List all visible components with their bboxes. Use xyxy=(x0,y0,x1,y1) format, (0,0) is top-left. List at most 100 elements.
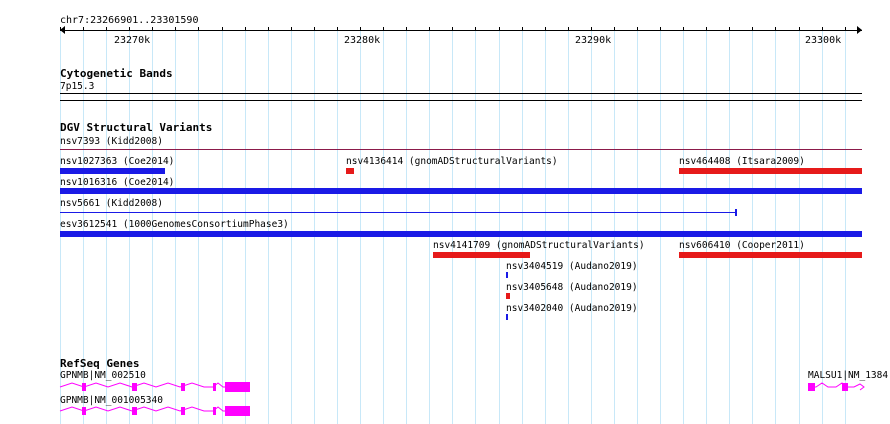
ruler-tick xyxy=(845,27,846,31)
variant-nsv7393[interactable] xyxy=(60,149,862,150)
ruler-tick xyxy=(222,27,223,31)
ruler-tick xyxy=(60,27,61,31)
ruler-tick xyxy=(545,27,546,31)
ruler-tick xyxy=(614,27,615,31)
grid-line xyxy=(660,28,661,424)
ruler-tick xyxy=(129,27,130,31)
grid-line xyxy=(406,28,407,424)
variant-label: nsv7393 (Kidd2008) xyxy=(60,136,163,147)
variant-nsv5661[interactable] xyxy=(60,212,736,213)
grid-line xyxy=(845,28,846,424)
ruler-tick xyxy=(475,27,476,31)
grid-line xyxy=(314,28,315,424)
ruler-tick-label: 23280k xyxy=(344,35,381,46)
ruler-tick xyxy=(752,27,753,31)
ruler-tick xyxy=(245,27,246,31)
ruler-tick xyxy=(499,27,500,31)
variant-label: nsv464408 (Itsara2009) xyxy=(679,156,805,167)
grid-line xyxy=(360,28,361,424)
ruler-tick xyxy=(83,27,84,31)
ruler-location: chr7:23266901..23301590 xyxy=(60,15,199,26)
variant-nsv464408[interactable] xyxy=(679,168,862,174)
variant-nsv1016316[interactable] xyxy=(60,188,862,194)
variant-nsv5661-end xyxy=(735,209,737,216)
gene-model-malsu1[interactable] xyxy=(806,380,876,394)
variant-esv3612541[interactable] xyxy=(60,231,862,237)
ruler-tick xyxy=(337,27,338,31)
ruler-tick xyxy=(106,27,107,31)
variant-label: nsv4141709 (gnomADStructuralVariants) xyxy=(433,240,645,251)
ruler-tick xyxy=(268,27,269,31)
grid-line xyxy=(383,28,384,424)
variant-label: nsv3402040 (Audano2019) xyxy=(506,303,638,314)
ruler-tick xyxy=(799,27,800,31)
ruler-tick xyxy=(660,27,661,31)
ruler-tick xyxy=(822,27,823,31)
variant-nsv1027363[interactable] xyxy=(60,168,165,174)
ruler-tick xyxy=(683,27,684,31)
ruler-tick-label: 23300k xyxy=(805,35,842,46)
grid-line xyxy=(499,28,500,424)
track-title-refseq[interactable]: RefSeq Genes xyxy=(60,358,139,370)
gene-model-gpnmb-2[interactable] xyxy=(58,404,258,418)
grid-line xyxy=(752,28,753,424)
variant-label: nsv1016316 (Coe2014) xyxy=(60,177,175,188)
ruler-tick xyxy=(175,27,176,31)
ruler-tick xyxy=(729,27,730,31)
grid-line xyxy=(637,28,638,424)
ruler-tick xyxy=(637,27,638,31)
grid-line xyxy=(683,28,684,424)
variant-label: esv3612541 (1000GenomesConsortiumPhase3) xyxy=(60,219,289,230)
ruler-axis xyxy=(60,30,862,31)
grid-line xyxy=(475,28,476,424)
ruler-tick xyxy=(198,27,199,31)
ruler-tick xyxy=(152,27,153,31)
ruler-tick xyxy=(360,27,361,31)
grid-line xyxy=(452,28,453,424)
ruler-tick xyxy=(522,27,523,31)
variant-nsv3404519[interactable] xyxy=(506,272,508,278)
ruler-tick-label: 23270k xyxy=(114,35,151,46)
grid-line xyxy=(799,28,800,424)
grid-line xyxy=(291,28,292,424)
variant-label: nsv3405648 (Audano2019) xyxy=(506,282,638,293)
variant-nsv3402040[interactable] xyxy=(506,314,508,320)
band-outline-bottom xyxy=(60,100,862,101)
ruler-tick xyxy=(568,27,569,31)
ruler-tick xyxy=(591,27,592,31)
grid-line xyxy=(591,28,592,424)
ruler-tick xyxy=(452,27,453,31)
variant-nsv4136414[interactable] xyxy=(346,168,354,174)
grid-line xyxy=(337,28,338,424)
ruler-tick-label: 23290k xyxy=(575,35,612,46)
variant-label: nsv606410 (Cooper2011) xyxy=(679,240,805,251)
variant-label: nsv3404519 (Audano2019) xyxy=(506,261,638,272)
variant-nsv606410[interactable] xyxy=(679,252,862,258)
ruler-tick xyxy=(429,27,430,31)
gene-model-gpnmb-1[interactable] xyxy=(58,380,258,394)
grid-line xyxy=(568,28,569,424)
genome-browser-canvas: chr7:23266901..23301590 23270k 23280k 23… xyxy=(0,0,890,424)
grid-line xyxy=(822,28,823,424)
grid-line xyxy=(522,28,523,424)
grid-line xyxy=(545,28,546,424)
track-title-cytoband[interactable]: Cytogenetic Bands xyxy=(60,68,173,80)
grid-line xyxy=(706,28,707,424)
variant-label: nsv1027363 (Coe2014) xyxy=(60,156,175,167)
grid-line xyxy=(729,28,730,424)
variant-nsv4141709[interactable] xyxy=(433,252,530,258)
grid-line xyxy=(775,28,776,424)
grid-line xyxy=(614,28,615,424)
band-label: 7p15.3 xyxy=(60,81,95,92)
grid-line xyxy=(429,28,430,424)
ruler-tick xyxy=(775,27,776,31)
band-outline-top xyxy=(60,93,862,94)
track-title-dgv[interactable]: DGV Structural Variants xyxy=(60,122,212,134)
ruler-tick xyxy=(314,27,315,31)
ruler-tick xyxy=(406,27,407,31)
variant-label: nsv5661 (Kidd2008) xyxy=(60,198,163,209)
ruler-tick xyxy=(291,27,292,31)
scroll-right-arrow-icon[interactable] xyxy=(857,26,862,34)
variant-nsv3405648[interactable] xyxy=(506,293,510,299)
ruler-tick xyxy=(706,27,707,31)
